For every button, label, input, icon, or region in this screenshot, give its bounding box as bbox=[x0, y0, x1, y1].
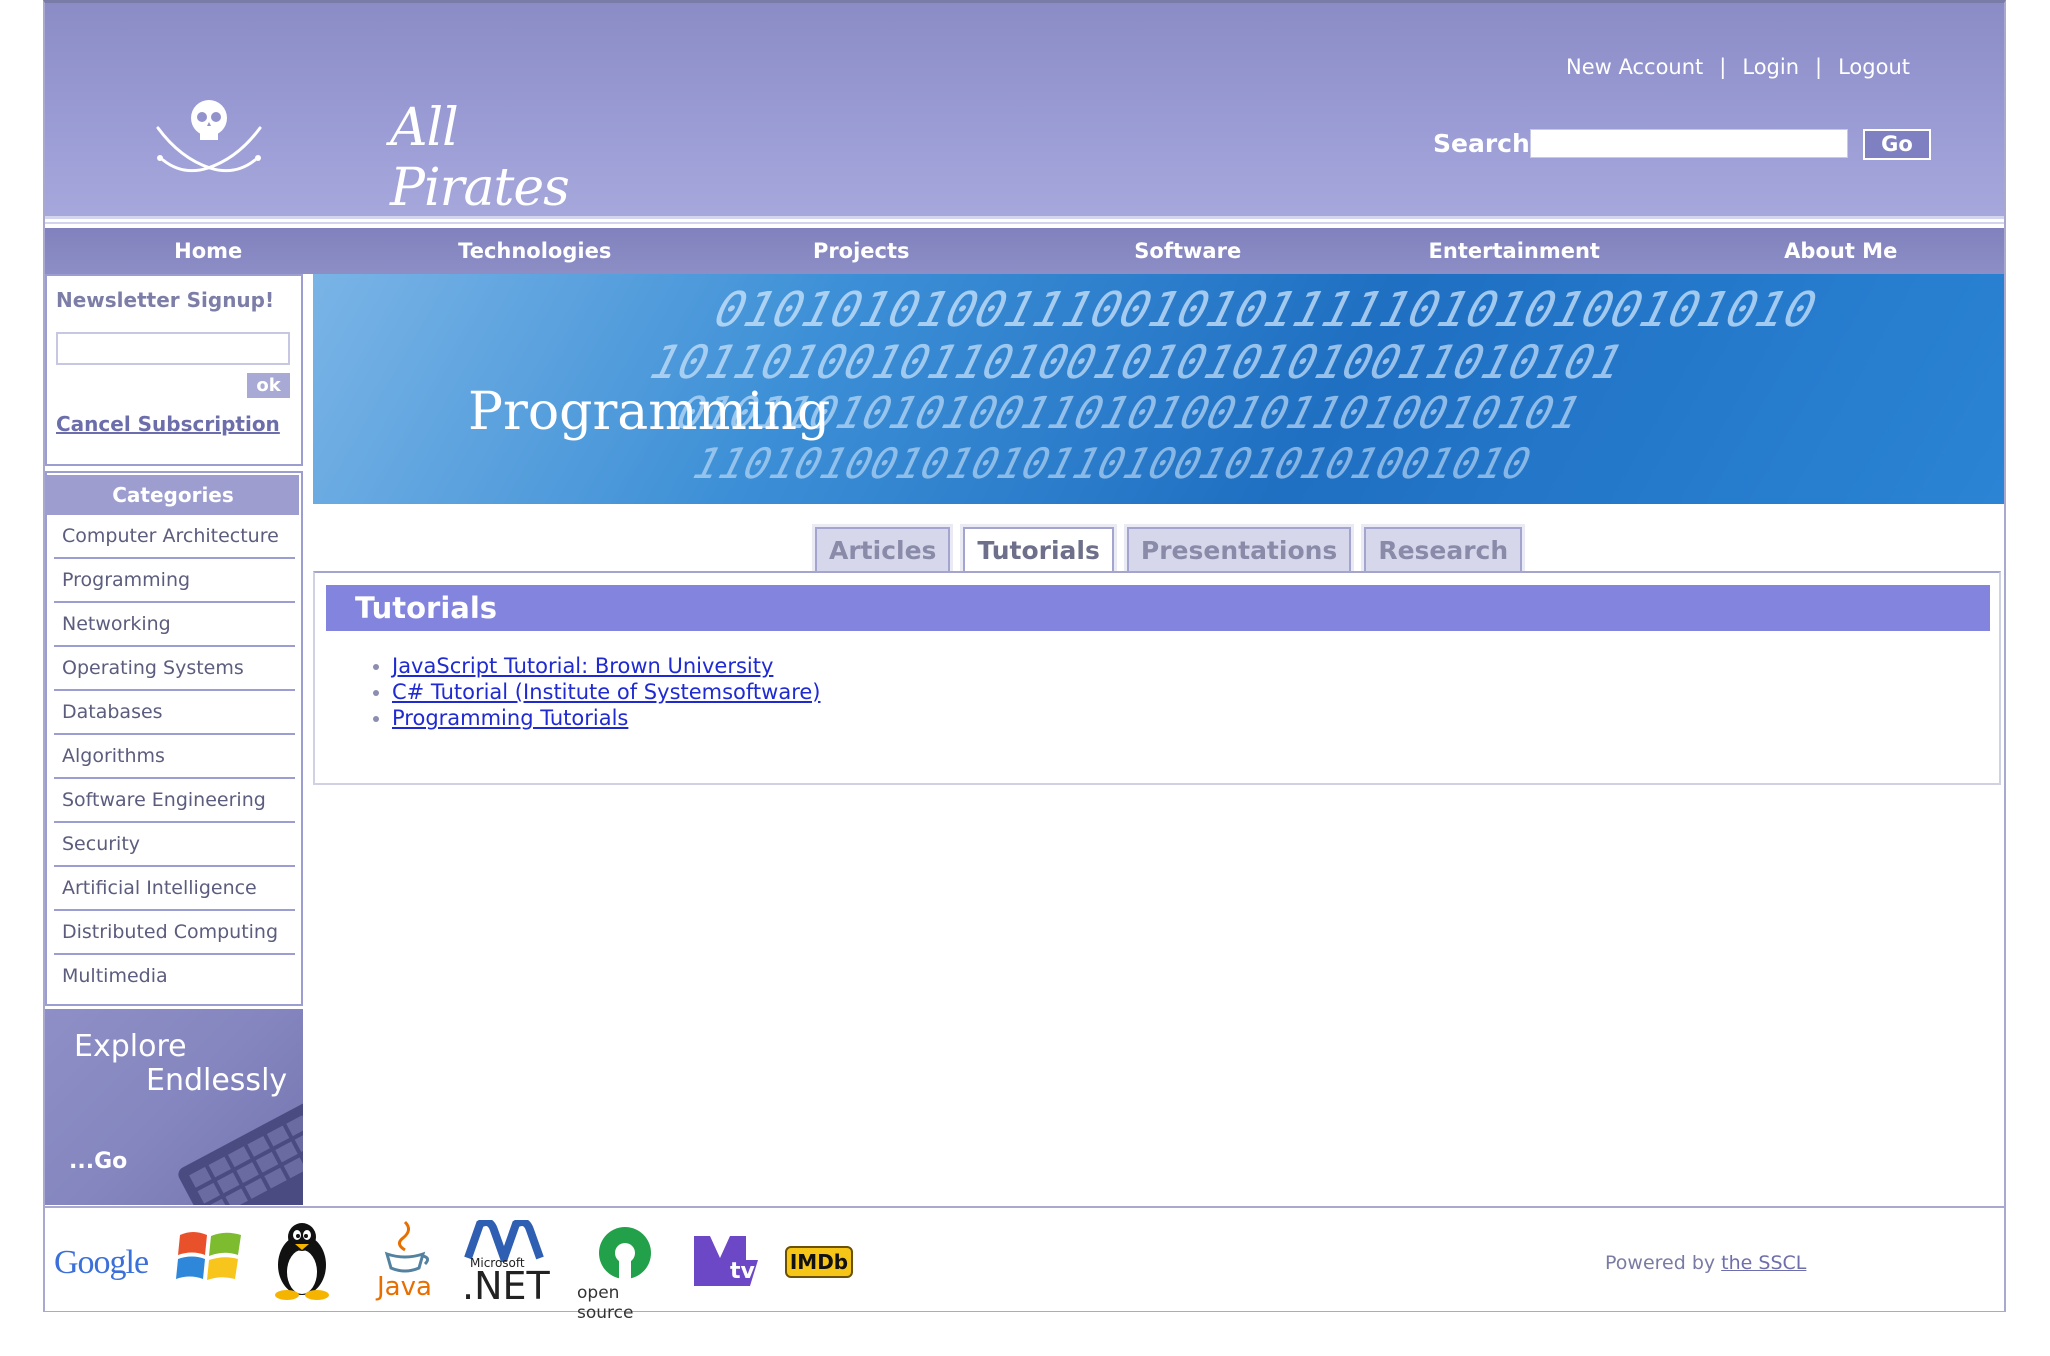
content-tabs: Articles Tutorials Presentations Researc… bbox=[811, 524, 1526, 577]
nav-technologies[interactable]: Technologies bbox=[372, 228, 699, 274]
nav-home[interactable]: Home bbox=[45, 228, 372, 274]
powered-by-label: Powered by bbox=[1605, 1252, 1716, 1274]
imdb-logo-text: IMDb bbox=[789, 1250, 849, 1274]
category-item[interactable]: Computer Architecture bbox=[54, 515, 295, 559]
tab-content-panel: Tutorials JavaScript Tutorial: Brown Uni… bbox=[313, 571, 2001, 785]
programming-banner: 01010101001110010101111101010100101010 1… bbox=[313, 274, 2004, 504]
google-logo-text: Google bbox=[54, 1244, 149, 1281]
newsletter-box: Newsletter Signup! ok Cancel Subscriptio… bbox=[45, 274, 303, 466]
svg-text:010101010011100101011111010101: 01010101001110010101111101010100101010 bbox=[703, 281, 1827, 337]
categories-title: Categories bbox=[47, 475, 299, 515]
link-separator: | bbox=[1719, 55, 1727, 79]
login-link[interactable]: Login bbox=[1726, 55, 1815, 79]
category-item[interactable]: Distributed Computing bbox=[54, 911, 295, 955]
tab-articles[interactable]: Articles bbox=[811, 524, 954, 575]
search-input[interactable] bbox=[1530, 129, 1848, 158]
dotnet-logo[interactable]: Microsoft .NET bbox=[460, 1218, 550, 1308]
category-item[interactable]: Multimedia bbox=[54, 955, 295, 999]
mtv-icon[interactable]: tv bbox=[690, 1230, 762, 1290]
site-logo-text: All Pirates bbox=[390, 98, 570, 218]
category-item[interactable]: Operating Systems bbox=[54, 647, 295, 691]
promo-line-2: Endlessly bbox=[146, 1063, 288, 1098]
newsletter-ok-button[interactable]: ok bbox=[247, 373, 290, 398]
windows-icon[interactable] bbox=[175, 1223, 245, 1289]
open-source-logo[interactable]: open source bbox=[575, 1223, 675, 1323]
imdb-logo[interactable]: IMDb bbox=[785, 1246, 853, 1278]
account-links: New Account | Login | Logout bbox=[1550, 55, 1910, 79]
nav-projects[interactable]: Projects bbox=[698, 228, 1025, 274]
svg-text:110101001010101101001010101001: 110101001010101101001010101001010 bbox=[683, 440, 1540, 488]
category-item[interactable]: Programming bbox=[54, 559, 295, 603]
header-divider bbox=[45, 216, 2004, 219]
newsletter-title: Newsletter Signup! bbox=[56, 288, 275, 312]
java-logo[interactable]: Java bbox=[375, 1220, 435, 1302]
category-item[interactable]: Databases bbox=[54, 691, 295, 735]
page-frame: All Pirates New Account | Login | Logout… bbox=[43, 0, 2006, 1323]
tutorial-link[interactable]: JavaScript Tutorial: Brown University bbox=[392, 654, 773, 678]
nav-software[interactable]: Software bbox=[1025, 228, 1352, 274]
explore-promo[interactable]: Explore Endlessly ...Go bbox=[45, 1009, 303, 1205]
categories-box: Categories Computer Architecture Program… bbox=[45, 471, 303, 1006]
logout-link[interactable]: Logout bbox=[1822, 55, 1910, 79]
tutorial-link[interactable]: Programming Tutorials bbox=[392, 706, 628, 730]
site-header: All Pirates New Account | Login | Logout… bbox=[45, 3, 2004, 218]
category-item[interactable]: Security bbox=[54, 823, 295, 867]
tutorial-links: JavaScript Tutorial: Brown University C#… bbox=[362, 653, 821, 731]
promo-go-link[interactable]: ...Go bbox=[69, 1149, 127, 1174]
list-item: C# Tutorial (Institute of Systemsoftware… bbox=[392, 679, 821, 705]
java-cup-icon bbox=[384, 1220, 430, 1273]
section-heading: Tutorials bbox=[326, 585, 1990, 631]
jolly-roger-icon bbox=[156, 100, 262, 173]
google-logo[interactable]: Google bbox=[54, 1244, 149, 1282]
tab-tutorials[interactable]: Tutorials bbox=[960, 524, 1117, 577]
java-logo-text: Java bbox=[377, 1272, 432, 1302]
nav-about-me[interactable]: About Me bbox=[1678, 228, 2005, 274]
dotnet-logo-text: .NET bbox=[462, 1264, 550, 1308]
linux-tux-icon[interactable] bbox=[267, 1220, 337, 1300]
header-divider bbox=[45, 222, 2004, 224]
list-item: Programming Tutorials bbox=[392, 705, 821, 731]
new-account-link[interactable]: New Account bbox=[1550, 55, 1719, 79]
svg-text:tv: tv bbox=[730, 1259, 756, 1284]
categories-list: Computer Architecture Programming Networ… bbox=[47, 515, 301, 999]
site-logo[interactable]: All Pirates bbox=[150, 88, 570, 218]
site-footer: Google Java Microsoft .NET open source t… bbox=[45, 1206, 2004, 1323]
category-item[interactable]: Algorithms bbox=[54, 735, 295, 779]
nav-entertainment[interactable]: Entertainment bbox=[1351, 228, 1678, 274]
open-source-text: open source bbox=[577, 1283, 634, 1323]
open-source-icon bbox=[599, 1227, 651, 1283]
category-item[interactable]: Software Engineering bbox=[54, 779, 295, 823]
main-nav: Home Technologies Projects Software Ente… bbox=[45, 228, 2004, 274]
keyboard-icon bbox=[178, 1089, 303, 1205]
promo-line-1: Explore bbox=[74, 1029, 187, 1064]
newsletter-email-input[interactable] bbox=[56, 332, 290, 365]
category-item[interactable]: Artificial Intelligence bbox=[54, 867, 295, 911]
search-label: Search: bbox=[1433, 129, 1540, 158]
sscl-link[interactable]: the SSCL bbox=[1721, 1252, 1806, 1274]
tab-research[interactable]: Research bbox=[1361, 524, 1526, 575]
search-go-button[interactable]: Go bbox=[1863, 129, 1931, 160]
powered-by: Powered by the SSCL bbox=[1605, 1252, 1806, 1274]
link-separator: | bbox=[1815, 55, 1823, 79]
list-item: JavaScript Tutorial: Brown University bbox=[392, 653, 821, 679]
cancel-subscription-link[interactable]: Cancel Subscription bbox=[56, 412, 280, 436]
banner-title: Programming bbox=[468, 382, 831, 442]
tutorial-link[interactable]: C# Tutorial (Institute of Systemsoftware… bbox=[392, 680, 821, 704]
category-item[interactable]: Networking bbox=[54, 603, 295, 647]
tab-presentations[interactable]: Presentations bbox=[1123, 524, 1355, 575]
